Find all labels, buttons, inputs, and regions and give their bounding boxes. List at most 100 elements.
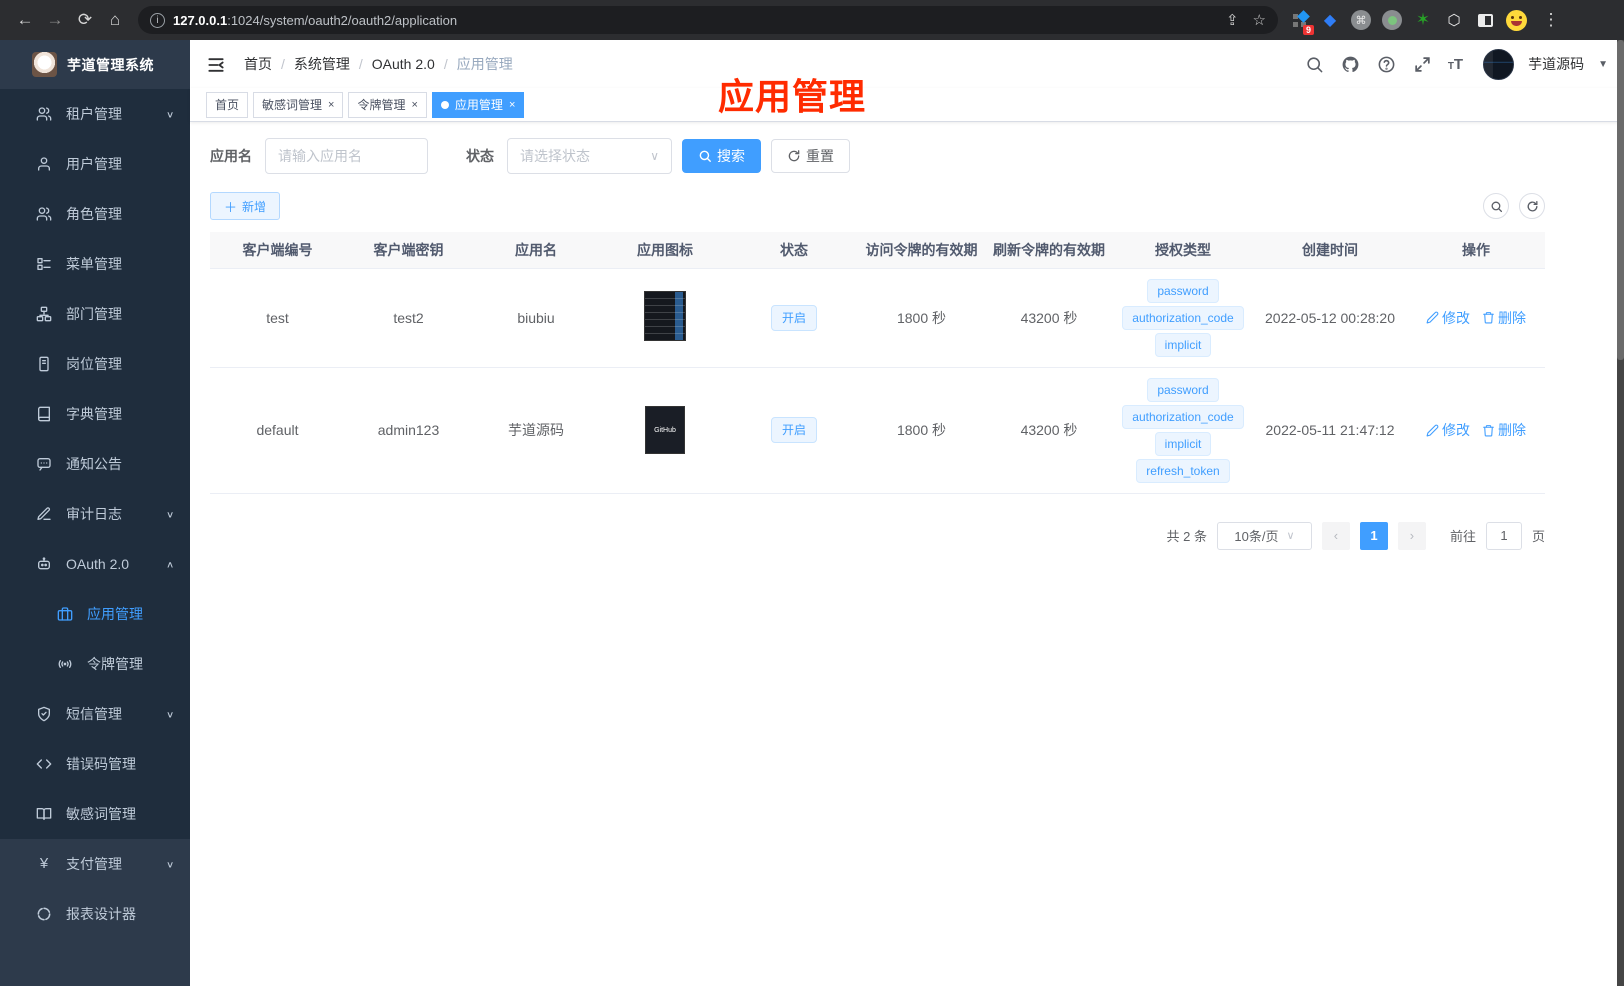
sidebar-item-应用管理[interactable]: 应用管理 — [0, 589, 190, 639]
extension-gem-icon[interactable]: ◆ — [1319, 9, 1341, 31]
sidebar-item-菜单管理[interactable]: 菜单管理 — [0, 239, 190, 289]
close-icon[interactable]: × — [411, 99, 417, 111]
close-icon[interactable]: × — [509, 99, 515, 111]
sidebar-item-通知公告[interactable]: 通知公告 — [0, 439, 190, 489]
profile-emoji-avatar[interactable] — [1505, 9, 1527, 31]
tags-view-bar: 首页 敏感词管理 × 令牌管理 × 应用管理 × — [190, 88, 1624, 122]
close-icon[interactable]: × — [328, 99, 334, 111]
delete-link[interactable]: 删除 — [1482, 420, 1526, 440]
sidebar-item-OAuth 2.0[interactable]: OAuth 2.0 ∧ — [0, 539, 190, 589]
sidebar-item-岗位管理[interactable]: 岗位管理 — [0, 339, 190, 389]
current-page-button[interactable]: 1 — [1359, 521, 1388, 550]
sidebar-item-敏感词管理[interactable]: 敏感词管理 — [0, 789, 190, 839]
extensions-row: 9 ◆ ⌘ ✶ ⬡ ⋮ — [1288, 5, 1566, 35]
fullscreen-icon[interactable] — [1412, 53, 1434, 75]
reset-button[interactable]: 重置 — [771, 139, 850, 173]
window-scrollbar[interactable] — [1617, 40, 1624, 986]
applications-table: 客户端编号 客户端密钥 应用名 应用图标 状态 访问令牌的有效期 刷新令牌的有效期 授权类型创… — [210, 232, 1545, 494]
chevron-down-icon: ∨ — [650, 149, 659, 163]
chevron-down-icon: ∨ — [165, 509, 174, 520]
browser-forward-button[interactable]: → — [40, 5, 70, 35]
browser-home-button[interactable]: ⌂ — [100, 5, 130, 35]
column-header: 客户端编号 — [210, 232, 345, 269]
url-path: :1024/system/oauth2/oauth2/application — [227, 12, 458, 28]
font-size-icon[interactable]: TT — [1448, 56, 1463, 73]
chevron-down-icon: ∨ — [165, 859, 174, 870]
sidebar-item-支付管理[interactable]: ¥ 支付管理 ∨ — [0, 839, 190, 889]
browser-back-button[interactable]: ← — [10, 5, 40, 35]
search-button[interactable]: 搜索 — [682, 139, 761, 173]
tab-令牌管理[interactable]: 令牌管理 × — [348, 91, 427, 118]
bookmark-star-icon[interactable]: ☆ — [1253, 11, 1266, 29]
sidebar-item-用户管理[interactable]: 用户管理 — [0, 139, 190, 189]
edit-link[interactable]: 修改 — [1426, 308, 1470, 328]
add-button[interactable]: ＋新增 — [210, 192, 281, 220]
app-name-input[interactable] — [265, 138, 428, 174]
cell-created-at: 2022-05-12 00:28:20 — [1253, 268, 1407, 368]
sidebar-item-租户管理[interactable]: 租户管理 ∨ — [0, 89, 190, 139]
message-icon — [36, 456, 52, 472]
extension-record-icon[interactable] — [1381, 9, 1403, 31]
user-name: 芋道源码 — [1528, 56, 1585, 72]
sidebar-item-角色管理[interactable]: 角色管理 — [0, 189, 190, 239]
browser-menu-icon[interactable]: ⋮ — [1536, 5, 1566, 35]
user-menu-caret-icon[interactable]: ▼ — [1598, 59, 1608, 70]
breadcrumb-item[interactable]: 系统管理 — [294, 54, 350, 74]
sidebar-item-报表设计器[interactable]: 报表设计器 — [0, 889, 190, 939]
extension-badge: 9 — [1302, 25, 1314, 35]
goto-page-input[interactable] — [1485, 521, 1522, 550]
column-header: 应用名 — [472, 232, 600, 269]
sidebar-item-审计日志[interactable]: 审计日志 ∨ — [0, 489, 190, 539]
status-select[interactable]: 请选择状态 ∨ — [507, 138, 672, 174]
page-size-select[interactable]: 10条/页 ∨ — [1216, 521, 1312, 550]
logo-rabbit-image — [32, 52, 57, 77]
prev-page-button[interactable]: ‹ — [1321, 521, 1350, 550]
user-avatar[interactable] — [1483, 48, 1515, 80]
tab-首页[interactable]: 首页 — [206, 91, 249, 118]
column-header: 客户端密钥 — [345, 232, 472, 269]
sidebar-item-短信管理[interactable]: 短信管理 ∨ — [0, 689, 190, 739]
extensions-puzzle-icon[interactable]: ⬡ — [1443, 9, 1465, 31]
sidebar-item-字典管理[interactable]: 字典管理 — [0, 389, 190, 439]
grant-type-tags: password authorization_code implicit refres… — [1117, 377, 1249, 483]
extension-star-icon[interactable]: ✶ — [1412, 9, 1434, 31]
column-header: 应用图标 — [600, 232, 730, 269]
toggle-search-button[interactable] — [1483, 193, 1509, 219]
sidebar-item-令牌管理[interactable]: 令牌管理 — [0, 639, 190, 689]
app-icon-thumbnail: GitHub — [645, 406, 685, 454]
cell-client-id: test — [210, 268, 345, 368]
collapse-sidebar-icon[interactable] — [206, 55, 226, 73]
github-icon[interactable] — [1340, 53, 1362, 75]
tab-应用管理[interactable]: 应用管理 × — [431, 91, 525, 118]
sidebar-item-错误码管理[interactable]: 错误码管理 — [0, 739, 190, 789]
app-name-label: 应用名 — [210, 148, 252, 164]
breadcrumb-item[interactable]: 首页 — [244, 54, 272, 74]
tree-icon — [36, 256, 52, 272]
extension-grid-icon[interactable]: 9 — [1288, 9, 1314, 35]
sidebar-item-部门管理[interactable]: 部门管理 — [0, 289, 190, 339]
total-count: 共 2 条 — [1166, 529, 1207, 544]
breadcrumb-item[interactable]: OAuth 2.0 — [372, 56, 435, 72]
goto-label: 前往 — [1449, 529, 1476, 544]
search-icon[interactable] — [1304, 53, 1326, 75]
share-icon[interactable]: ⇪ — [1226, 11, 1239, 29]
sidebar: 芋道管理系统 租户管理 ∨ 用户管理 角色管理 菜单管理 部门管理 岗位管理 字典管理 通知公告… — [0, 40, 190, 986]
org-icon — [36, 306, 52, 322]
chart-icon — [36, 906, 52, 922]
filter-form: 应用名 状态 请选择状态 ∨ 搜索 重置 — [210, 138, 1545, 174]
side-panel-icon[interactable] — [1474, 9, 1496, 31]
browser-reload-button[interactable]: ⟳ — [70, 5, 100, 35]
refresh-table-button[interactable] — [1519, 193, 1545, 219]
address-bar[interactable]: i 127.0.0.1:1024/system/oauth2/oauth2/ap… — [138, 6, 1278, 34]
users-icon — [36, 106, 52, 122]
extension-command-icon[interactable]: ⌘ — [1350, 9, 1372, 31]
tab-敏感词管理[interactable]: 敏感词管理 × — [253, 91, 344, 118]
table-row: default admin123 芋道源码 GitHub 开启 1800 秒 43200 秒… — [210, 367, 1545, 494]
help-icon[interactable] — [1376, 53, 1398, 75]
chevron-down-icon: ∨ — [165, 109, 174, 120]
next-page-button[interactable]: › — [1397, 521, 1426, 550]
app-logo[interactable]: 芋道管理系统 — [0, 40, 190, 89]
site-info-icon[interactable]: i — [150, 12, 165, 28]
edit-link[interactable]: 修改 — [1426, 420, 1470, 440]
delete-link[interactable]: 删除 — [1482, 308, 1526, 328]
